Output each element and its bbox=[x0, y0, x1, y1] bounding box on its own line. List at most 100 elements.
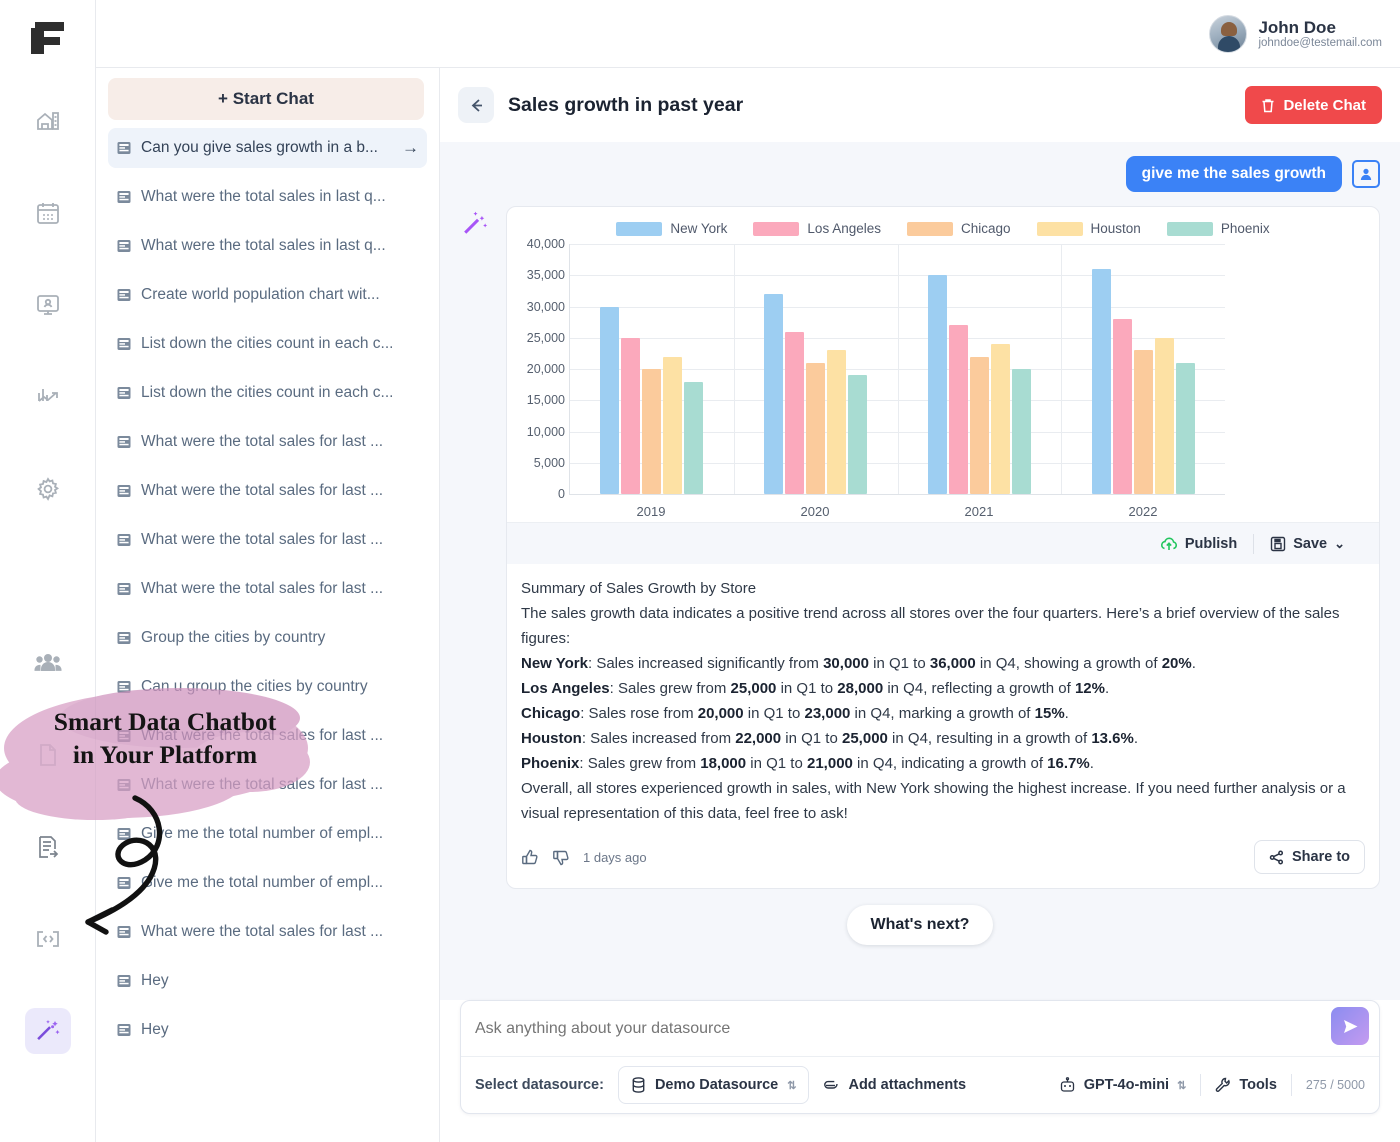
legend-item[interactable]: Phoenix bbox=[1166, 221, 1270, 236]
chat-list-item[interactable]: What were the total sales for last ... bbox=[108, 422, 427, 462]
chat-list-item[interactable]: Can you give sales growth in a b... → bbox=[108, 128, 427, 168]
bar[interactable] bbox=[1154, 337, 1174, 494]
sidebar-item-analytics[interactable] bbox=[25, 374, 71, 420]
legend-swatch bbox=[753, 221, 800, 236]
bar[interactable] bbox=[927, 275, 947, 494]
chat-document-icon bbox=[117, 828, 131, 840]
chat-list-item[interactable]: Create world population chart wit... bbox=[108, 275, 427, 315]
growth-pct: 12% bbox=[1074, 680, 1105, 697]
rail-bottom-icons bbox=[24, 640, 71, 1054]
sidebar-item-monitor-user[interactable] bbox=[25, 282, 71, 328]
chat-list-item[interactable]: Give me the total number of empl... bbox=[108, 863, 427, 903]
t3: in Q4, resulting in a growth of bbox=[887, 730, 1092, 747]
publish-button[interactable]: Publish bbox=[1144, 536, 1253, 552]
bar[interactable] bbox=[826, 350, 846, 494]
add-attachments-button[interactable]: Add attachments bbox=[823, 1077, 966, 1093]
user-profile[interactable]: John Doe johndoe@testemail.com bbox=[1209, 14, 1382, 53]
bar[interactable] bbox=[599, 306, 619, 494]
sidebar-item-documents[interactable] bbox=[25, 732, 71, 778]
bar[interactable] bbox=[620, 337, 640, 494]
sidebar-item-warehouse[interactable] bbox=[25, 98, 71, 144]
sidebar-item-settings[interactable] bbox=[25, 466, 71, 512]
legend-item[interactable]: Chicago bbox=[906, 221, 1011, 236]
delete-chat-label: Delete Chat bbox=[1283, 96, 1366, 114]
y-tick-label: 0 bbox=[558, 487, 565, 501]
answer-store-lines: New York: Sales increased significantly … bbox=[521, 651, 1365, 776]
app-logo[interactable] bbox=[24, 14, 72, 62]
chat-list-item[interactable]: What were the total sales for last ... bbox=[108, 520, 427, 560]
datasource-value: Demo Datasource bbox=[654, 1077, 779, 1093]
chat-list-item[interactable]: What were the total sales in last q... bbox=[108, 226, 427, 266]
bar-group bbox=[569, 244, 733, 494]
chat-list-item[interactable]: List down the cities count in each c... bbox=[108, 324, 427, 364]
chat-document-icon bbox=[117, 779, 131, 791]
tools-label: Tools bbox=[1239, 1077, 1277, 1093]
bar[interactable] bbox=[990, 344, 1010, 494]
x-tick-label: 2019 bbox=[636, 504, 666, 519]
thumbs-down-icon[interactable] bbox=[552, 848, 571, 867]
message-footer: 1 days ago Share to bbox=[507, 834, 1379, 888]
chat-list-item[interactable]: Hey bbox=[108, 1010, 427, 1050]
bar[interactable] bbox=[1011, 369, 1031, 494]
gear-icon bbox=[36, 477, 59, 501]
share-button[interactable]: Share to bbox=[1253, 840, 1365, 874]
legend-item[interactable]: Los Angeles bbox=[753, 221, 881, 236]
back-button[interactable] bbox=[458, 87, 494, 123]
bar[interactable] bbox=[784, 331, 804, 494]
legend-item[interactable]: Houston bbox=[1036, 221, 1141, 236]
chat-list-item[interactable]: What were the total sales for last ... bbox=[108, 569, 427, 609]
tools-button[interactable]: Tools bbox=[1215, 1077, 1277, 1093]
sidebar-item-users[interactable] bbox=[25, 640, 71, 686]
send-button[interactable] bbox=[1331, 1007, 1369, 1045]
bar[interactable] bbox=[969, 356, 989, 494]
datasource-label: Select datasource: bbox=[475, 1077, 604, 1093]
datasource-select[interactable]: Demo Datasource ⇅ bbox=[617, 1066, 810, 1104]
value-start: 25,000 bbox=[730, 680, 777, 697]
thumbs-up-icon[interactable] bbox=[521, 848, 540, 867]
chat-list-item[interactable]: Group the cities by country bbox=[108, 618, 427, 658]
bar[interactable] bbox=[683, 381, 703, 494]
chat-list-item[interactable]: Give me the total number of empl... bbox=[108, 814, 427, 854]
bar[interactable] bbox=[662, 356, 682, 494]
bar[interactable] bbox=[763, 294, 783, 494]
model-select[interactable]: GPT-4o-mini ⇅ bbox=[1059, 1076, 1186, 1094]
user-badge-icon bbox=[1352, 160, 1380, 188]
bar[interactable] bbox=[1112, 319, 1132, 494]
chat-document-icon bbox=[117, 877, 131, 889]
chat-list-item[interactable]: Hey bbox=[108, 961, 427, 1001]
share-label: Share to bbox=[1291, 849, 1350, 865]
sidebar-item-file-export[interactable] bbox=[25, 824, 71, 870]
search-input[interactable] bbox=[475, 1019, 1365, 1038]
bar[interactable] bbox=[1175, 362, 1195, 494]
legend-item[interactable]: New York bbox=[616, 221, 727, 236]
delete-chat-button[interactable]: Delete Chat bbox=[1245, 86, 1382, 124]
publish-label: Publish bbox=[1184, 535, 1238, 552]
bar[interactable] bbox=[805, 362, 825, 494]
chat-list-item[interactable]: What were the total sales for last ... bbox=[108, 716, 427, 756]
chat-list-item[interactable]: Can u group the cities by country bbox=[108, 667, 427, 707]
bar[interactable] bbox=[948, 325, 968, 494]
bar[interactable] bbox=[641, 369, 661, 494]
start-chat-button[interactable]: + Start Chat bbox=[108, 78, 424, 120]
bar[interactable] bbox=[1133, 350, 1153, 494]
chat-list-item[interactable]: What were the total sales for last ... bbox=[108, 765, 427, 805]
chat-list-item[interactable]: List down the cities count in each c... bbox=[108, 373, 427, 413]
answer-heading: Summary of Sales Growth by Store bbox=[521, 580, 757, 597]
answer-store-line: Phoenix: Sales grew from 18,000 in Q1 to… bbox=[521, 751, 1365, 776]
bar[interactable] bbox=[847, 375, 867, 494]
chat-list-item[interactable]: What were the total sales in last q... bbox=[108, 177, 427, 217]
chat-list-item[interactable]: What were the total sales for last ... bbox=[108, 912, 427, 952]
chat-list-item-label: List down the cities count in each c... bbox=[141, 384, 394, 401]
bar[interactable] bbox=[1091, 269, 1111, 494]
add-attachments-label: Add attachments bbox=[848, 1077, 967, 1093]
sidebar-item-calendar[interactable] bbox=[25, 190, 71, 236]
message-list: give me the sales growth New York Los Ang… bbox=[440, 142, 1400, 1000]
chat-list-item[interactable]: What were the total sales for last ... bbox=[108, 471, 427, 511]
y-tick-label: 25,000 bbox=[526, 330, 565, 345]
sidebar-item-code[interactable] bbox=[25, 916, 71, 962]
chat-document-icon bbox=[117, 975, 131, 987]
whats-next-button[interactable]: What's next? bbox=[846, 905, 994, 945]
sidebar-item-smart-chat[interactable] bbox=[24, 1008, 71, 1054]
t2: in Q1 to bbox=[781, 730, 842, 747]
save-button[interactable]: Save ⌄ bbox=[1254, 536, 1361, 552]
